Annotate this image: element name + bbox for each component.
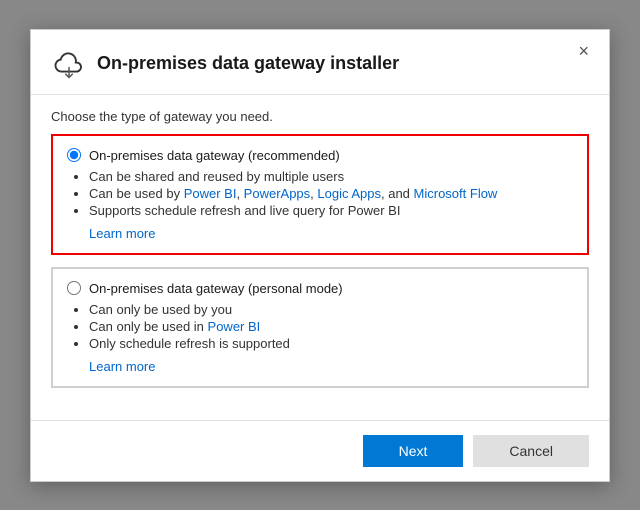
option-recommended-title: On-premises data gateway (recommended): [89, 148, 340, 163]
bullet-only-powerbi: Can only be used in Power BI: [89, 319, 573, 334]
learn-more-recommended[interactable]: Learn more: [67, 226, 155, 241]
learn-more-personal[interactable]: Learn more: [67, 359, 155, 374]
radio-recommended[interactable]: [67, 148, 81, 162]
dialog-subtitle: Choose the type of gateway you need.: [31, 95, 609, 134]
dialog-container: On-premises data gateway installer × Cho…: [30, 29, 610, 482]
close-button[interactable]: ×: [572, 40, 595, 62]
dialog-title: On-premises data gateway installer: [97, 53, 399, 74]
bullet-powerbi: Can be used by Power BI, PowerApps, Logi…: [89, 186, 573, 201]
powerbi-link: Power BI: [184, 186, 237, 201]
powerbi-personal-link: Power BI: [208, 319, 261, 334]
option-recommended[interactable]: On-premises data gateway (recommended) C…: [51, 134, 589, 255]
cancel-button[interactable]: Cancel: [473, 435, 589, 467]
bullet-schedule-only: Only schedule refresh is supported: [89, 336, 573, 351]
powerapps-link: PowerApps: [244, 186, 310, 201]
option-personal[interactable]: On-premises data gateway (personal mode)…: [51, 267, 589, 388]
option-personal-bullets: Can only be used by you Can only be used…: [67, 302, 573, 351]
bullet-shared: Can be shared and reused by multiple use…: [89, 169, 573, 184]
options-area: On-premises data gateway (recommended) C…: [31, 134, 609, 420]
option-recommended-header: On-premises data gateway (recommended): [67, 148, 573, 163]
option-personal-title: On-premises data gateway (personal mode): [89, 281, 343, 296]
bullet-schedule: Supports schedule refresh and live query…: [89, 203, 573, 218]
flow-link: Microsoft Flow: [414, 186, 498, 201]
title-bar: On-premises data gateway installer ×: [31, 30, 609, 95]
bullet-only-you: Can only be used by you: [89, 302, 573, 317]
dialog-footer: Next Cancel: [31, 420, 609, 481]
option-recommended-bullets: Can be shared and reused by multiple use…: [67, 169, 573, 218]
logicapps-link: Logic Apps: [317, 186, 381, 201]
cloud-icon: [51, 46, 87, 82]
next-button[interactable]: Next: [363, 435, 464, 467]
radio-personal[interactable]: [67, 281, 81, 295]
option-personal-header: On-premises data gateway (personal mode): [67, 281, 573, 296]
